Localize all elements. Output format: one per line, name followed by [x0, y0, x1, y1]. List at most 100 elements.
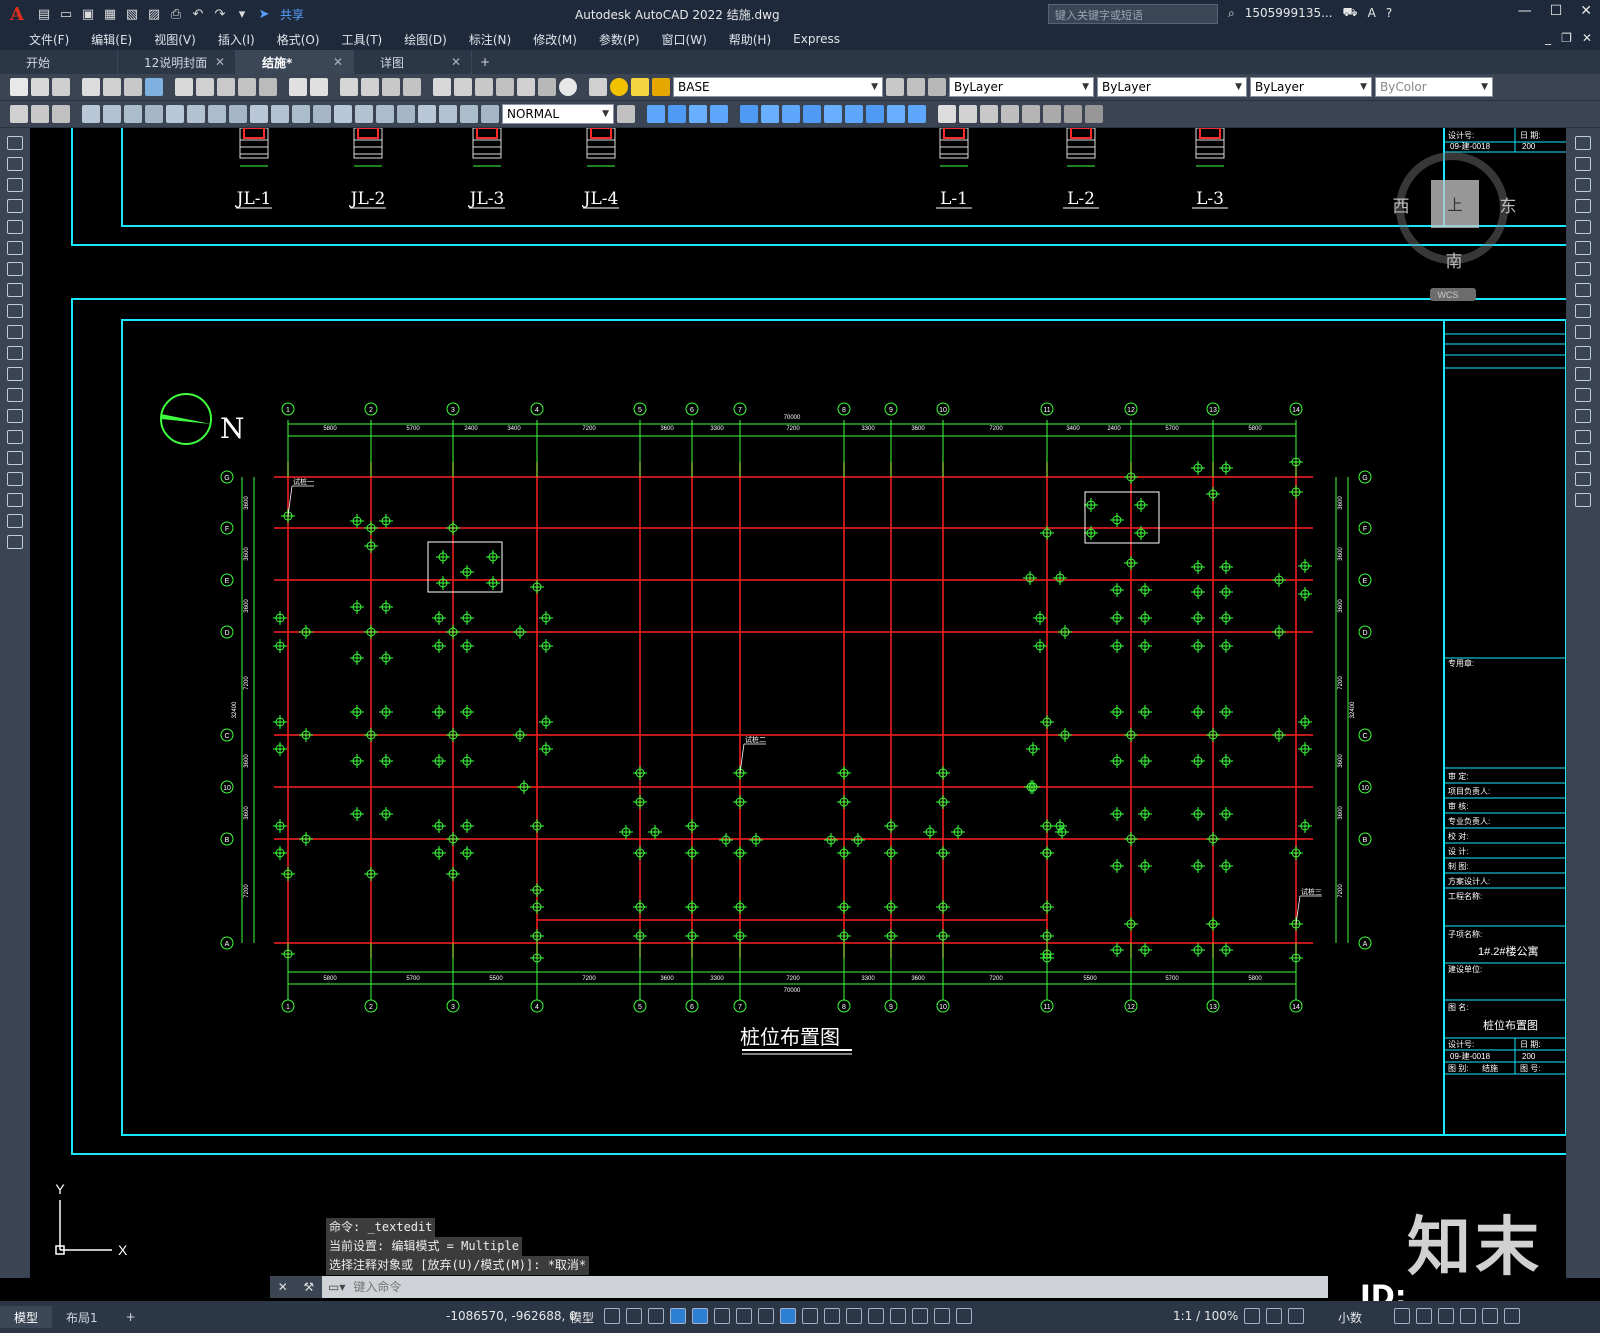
- lineweight-dropdown[interactable]: ByLayer ▼: [1250, 77, 1372, 97]
- box-icon[interactable]: [647, 105, 665, 123]
- doc-close-icon[interactable]: ✕: [1582, 31, 1592, 45]
- match-properties-icon[interactable]: [238, 78, 256, 96]
- units-display[interactable]: 小数: [1338, 1309, 1362, 1326]
- isodraft-icon[interactable]: [714, 1308, 730, 1324]
- menu-draw[interactable]: 绘图(D): [393, 31, 458, 48]
- tab-layout1[interactable]: 布局1: [52, 1306, 112, 1328]
- linear-dim-icon[interactable]: [82, 105, 100, 123]
- draw-tool-icon[interactable]: [7, 430, 23, 444]
- save-icon[interactable]: [52, 78, 70, 96]
- draw-tool-icon[interactable]: [7, 199, 23, 213]
- infer-icon[interactable]: [648, 1308, 664, 1324]
- pan-icon[interactable]: [340, 78, 358, 96]
- color-dropdown[interactable]: ByLayer ▼: [949, 77, 1094, 97]
- autocad-logo-icon[interactable]: A: [0, 4, 34, 25]
- center-mark-icon[interactable]: [376, 105, 394, 123]
- model-space-toggle[interactable]: 模型: [570, 1309, 594, 1326]
- lineweight-icon[interactable]: [780, 1308, 796, 1324]
- conceptual-icon[interactable]: [980, 105, 998, 123]
- sweep-icon[interactable]: [782, 105, 800, 123]
- modify-tool-icon[interactable]: [1575, 262, 1591, 276]
- layer-unlock-icon[interactable]: [652, 78, 670, 96]
- print-preview-icon[interactable]: [103, 78, 121, 96]
- doc-minimize-icon[interactable]: _: [1545, 31, 1551, 45]
- grid-icon[interactable]: [604, 1308, 620, 1324]
- dimstyle-dropdown[interactable]: NORMAL ▼: [502, 104, 614, 124]
- drawing-canvas[interactable]: JL-1 JL-2 JL-3 JL-4 L-1 L-2 L-3 N 112233445566…: [30, 128, 1566, 1278]
- undo-icon[interactable]: [289, 78, 307, 96]
- dynamic-ucs-icon[interactable]: [868, 1308, 884, 1324]
- viewcube-east[interactable]: 东: [1500, 197, 1517, 216]
- annotation-monitor-icon[interactable]: [1288, 1308, 1304, 1324]
- cone-icon[interactable]: [710, 105, 728, 123]
- open-web-icon[interactable]: ▧: [122, 5, 142, 23]
- web-icon[interactable]: [145, 78, 163, 96]
- menu-help[interactable]: 帮助(H): [718, 31, 782, 48]
- shaded-icon[interactable]: [1043, 105, 1061, 123]
- tab-cover[interactable]: 12说明封面 ✕: [118, 50, 236, 74]
- search-input[interactable]: 键入关键字或短语: [1048, 4, 1218, 24]
- menu-view[interactable]: 视图(V): [143, 31, 207, 48]
- aligned-dim-icon[interactable]: [103, 105, 121, 123]
- draw-tool-icon[interactable]: [7, 388, 23, 402]
- search-icon[interactable]: ⌕: [1228, 6, 1235, 21]
- maximize-icon[interactable]: ☐: [1550, 3, 1563, 19]
- dim-update-icon[interactable]: [481, 105, 499, 123]
- diameter-dim-icon[interactable]: [208, 105, 226, 123]
- modify-tool-icon[interactable]: [1575, 241, 1591, 255]
- save-as-icon[interactable]: ▦: [100, 5, 120, 23]
- add-layout-button[interactable]: +: [112, 1306, 150, 1328]
- help-button[interactable]: ?: [1386, 6, 1392, 20]
- customize-icon[interactable]: ⚒: [303, 1280, 314, 1294]
- layer-tools-icon[interactable]: [10, 105, 28, 123]
- modify-tool-icon[interactable]: [1575, 220, 1591, 234]
- draw-tool-icon[interactable]: [7, 535, 23, 549]
- close-icon[interactable]: ✕: [215, 55, 225, 69]
- paste-icon[interactable]: [217, 78, 235, 96]
- lock-ui-icon[interactable]: [1416, 1308, 1432, 1324]
- snap-icon[interactable]: [626, 1308, 642, 1324]
- baseline-dim-icon[interactable]: [271, 105, 289, 123]
- draw-tool-icon[interactable]: [7, 472, 23, 486]
- menu-format[interactable]: 格式(O): [266, 31, 331, 48]
- draw-tool-icon[interactable]: [7, 136, 23, 150]
- close-icon[interactable]: ✕: [278, 1280, 288, 1294]
- modify-tool-icon[interactable]: [1575, 346, 1591, 360]
- help-icon[interactable]: [559, 78, 577, 96]
- arc-length-dim-icon[interactable]: [124, 105, 142, 123]
- presspull-icon[interactable]: [824, 105, 842, 123]
- markup-icon[interactable]: [517, 78, 535, 96]
- ordinate-dim-icon[interactable]: [145, 105, 163, 123]
- close-icon[interactable]: ✕: [451, 55, 461, 69]
- share-button[interactable]: 共享: [280, 6, 304, 23]
- open-icon[interactable]: [31, 78, 49, 96]
- block-editor-icon[interactable]: [259, 78, 277, 96]
- render-icon[interactable]: [1085, 105, 1103, 123]
- copy-icon[interactable]: [196, 78, 214, 96]
- layer-on-icon[interactable]: [610, 78, 628, 96]
- intersect-icon[interactable]: [887, 105, 905, 123]
- modify-tool-icon[interactable]: [1575, 493, 1591, 507]
- cut-icon[interactable]: [175, 78, 193, 96]
- viewcube-south[interactable]: 南: [1446, 252, 1463, 271]
- modify-tool-icon[interactable]: [1575, 199, 1591, 213]
- modify-tool-icon[interactable]: [1575, 430, 1591, 444]
- linetype-dropdown[interactable]: ByLayer ▼: [1097, 77, 1247, 97]
- extrude-icon[interactable]: [740, 105, 758, 123]
- zoom-realtime-icon[interactable]: [361, 78, 379, 96]
- modify-tool-icon[interactable]: [1575, 409, 1591, 423]
- draw-tool-icon[interactable]: [7, 241, 23, 255]
- visual-style-icon[interactable]: [938, 105, 956, 123]
- clean-screen-icon[interactable]: [1482, 1308, 1498, 1324]
- redo-icon[interactable]: [310, 78, 328, 96]
- undo-icon[interactable]: ↶: [188, 5, 208, 23]
- new-file-icon[interactable]: ▤: [34, 5, 54, 23]
- cylinder-icon[interactable]: [689, 105, 707, 123]
- modify-tool-icon[interactable]: [1575, 451, 1591, 465]
- modify-tool-icon[interactable]: [1575, 367, 1591, 381]
- menu-window[interactable]: 窗口(W): [651, 31, 718, 48]
- redo-icon[interactable]: ↷: [210, 5, 230, 23]
- draw-tool-icon[interactable]: [7, 220, 23, 234]
- dim-style-manager-icon[interactable]: [617, 105, 635, 123]
- layer-properties-icon[interactable]: [589, 78, 607, 96]
